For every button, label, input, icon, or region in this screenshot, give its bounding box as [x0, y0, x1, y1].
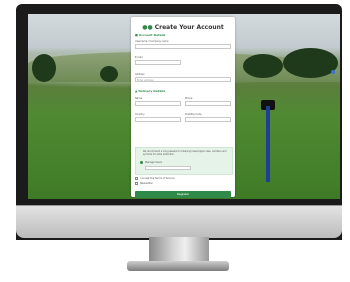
monitor-chin: [16, 205, 342, 238]
radio-manage-users[interactable]: [140, 161, 143, 164]
screen: ●● Create Your Account ■ Account Details …: [28, 14, 340, 199]
phone-label: Phone: [185, 97, 193, 100]
postcode-input[interactable]: [185, 117, 231, 122]
address-label: Address: [135, 73, 145, 76]
background-tree: [243, 54, 283, 78]
info-box: We recommend a long password containing …: [135, 147, 233, 175]
newsletter-checkbox[interactable]: [135, 182, 138, 185]
username-label: Username / Company name: [135, 40, 169, 43]
username-input[interactable]: [135, 44, 231, 49]
postcode-label: Post/Zip Code: [185, 113, 202, 116]
name-input[interactable]: [135, 101, 181, 106]
radio-label: Manage Users: [145, 161, 162, 164]
survey-pole: [266, 106, 270, 182]
section-account-heading: ■ Account Details: [135, 33, 166, 37]
status-indicator: [331, 70, 335, 74]
register-button[interactable]: Register: [135, 191, 231, 198]
email-input[interactable]: [135, 60, 181, 65]
background-tree: [283, 48, 338, 78]
imac-mockup: ●● Create Your Account ■ Account Details …: [0, 0, 350, 282]
country-input[interactable]: [135, 117, 181, 122]
registration-form: ●● Create Your Account ■ Account Details …: [131, 17, 235, 198]
background-tree: [32, 54, 56, 82]
newsletter-label: Newsletter: [140, 182, 153, 185]
email-label: E-mail: [135, 56, 143, 59]
monitor-stand-base: [127, 261, 229, 271]
phone-input[interactable]: [185, 101, 231, 106]
name-label: Name: [135, 97, 143, 100]
terms-checkbox[interactable]: [135, 177, 138, 180]
background-tree: [100, 66, 118, 82]
section-account-text: Account Details: [138, 33, 166, 37]
terms-label: I accept the Terms of Service: [140, 177, 175, 180]
users-icon: ●●: [142, 24, 153, 31]
country-label: Country: [135, 113, 145, 116]
section-delivery-text: Delivery Details: [138, 89, 166, 93]
form-title-text: Create Your Account: [154, 24, 224, 31]
register-button-label: Register: [176, 192, 190, 196]
info-text: We recommend a long password containing …: [143, 150, 227, 156]
section-delivery-heading: ▲ Delivery Details: [135, 89, 166, 93]
address-input[interactable]: Enter address: [135, 77, 231, 82]
form-title: ●● Create Your Account: [131, 24, 235, 31]
manage-users-input[interactable]: [145, 166, 191, 170]
monitor-stand-neck: [149, 237, 209, 261]
